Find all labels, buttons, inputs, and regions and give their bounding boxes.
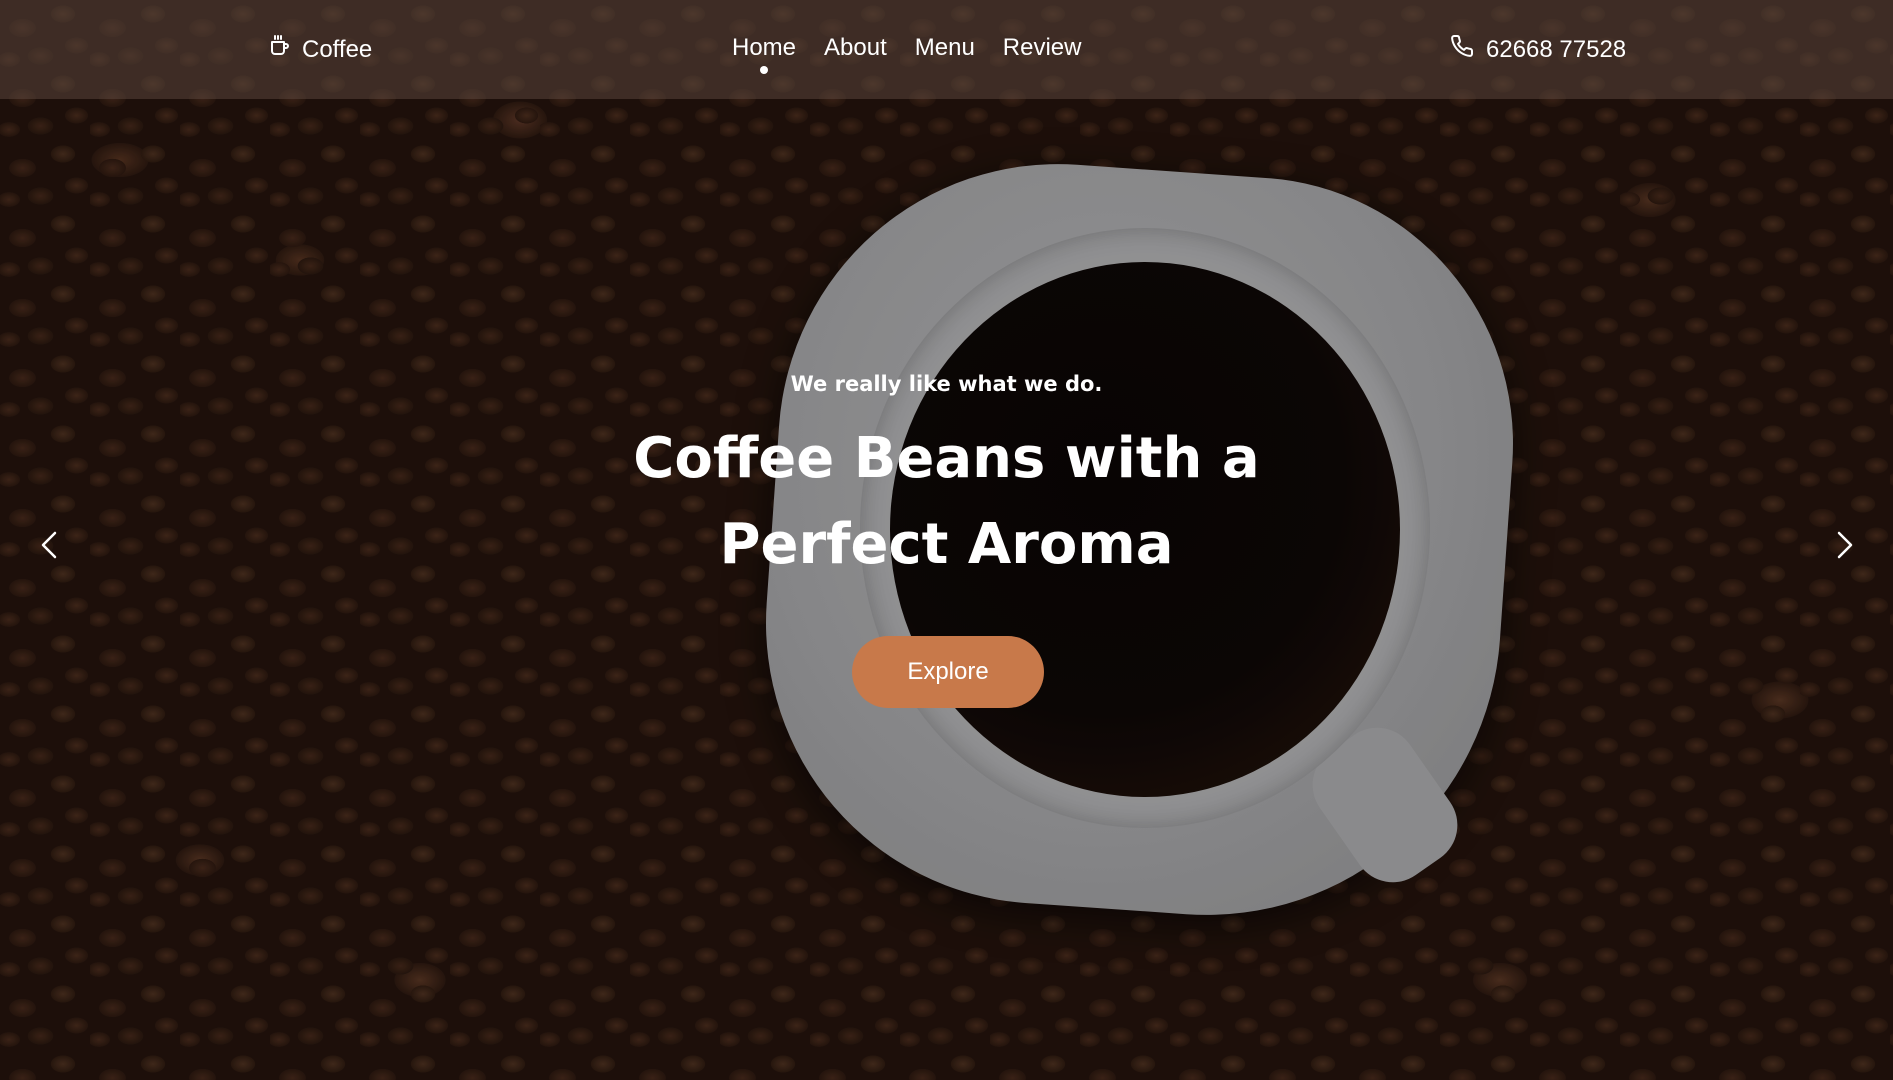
nav-link-home[interactable]: Home [732,34,796,74]
hero-title: Coffee Beans with a Perfect Aroma [0,416,1893,588]
nav-link-review[interactable]: Review [1003,34,1082,62]
chevron-right-icon [1824,531,1864,569]
hero-title-line-1: Coffee Beans with a [633,426,1260,491]
phone-contact[interactable]: 62668 77528 [1450,34,1626,65]
coffee-cup-icon [268,34,292,65]
hero-section: Coffee Home About Menu Review 62668 7752… [0,0,1893,1080]
carousel-prev-button[interactable] [30,525,70,565]
navbar: Coffee Home About Menu Review 62668 7752… [0,0,1893,99]
chevron-left-icon [30,531,70,569]
hero-kicker: We really like what we do. [790,372,1103,396]
carousel-next-button[interactable] [1824,525,1864,565]
phone-icon [1450,34,1474,65]
brand-name: Coffee [302,35,373,63]
explore-button[interactable]: Explore [852,636,1044,708]
nav-links: Home About Menu Review [732,34,1082,74]
phone-number: 62668 77528 [1486,35,1627,63]
nav-link-menu[interactable]: Menu [915,34,975,62]
hero-title-line-2: Perfect Aroma [719,512,1174,577]
nav-link-about[interactable]: About [824,34,887,62]
brand-logo[interactable]: Coffee [268,34,372,65]
